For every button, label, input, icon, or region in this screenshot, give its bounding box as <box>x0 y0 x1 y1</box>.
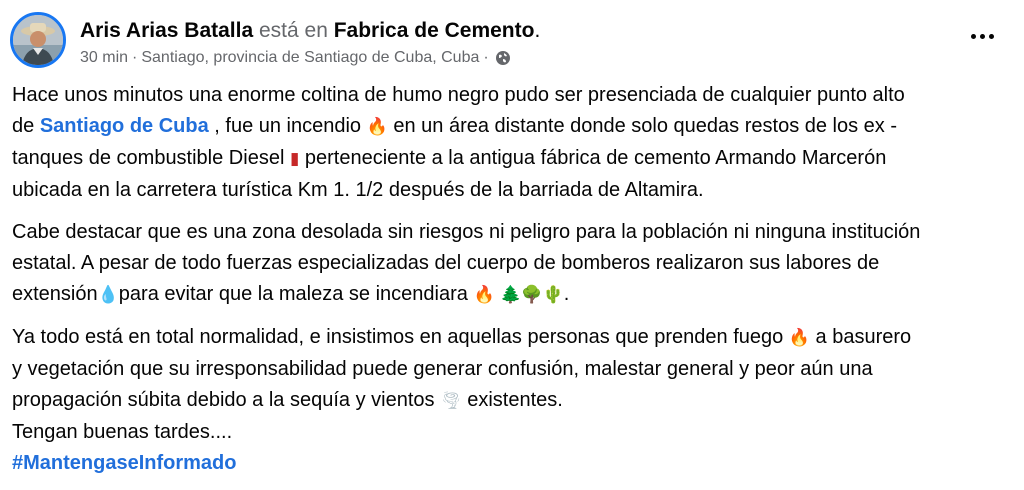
post-body: Hace unos minutos una enorme coltina de … <box>12 80 1012 490</box>
tornado-emoji-icon: 🌪 <box>440 391 462 411</box>
post-header: Aris Arias Batalla está en Fabrica de Ce… <box>10 8 1014 68</box>
fire-emoji-icon: 🔥 <box>366 117 388 137</box>
text: tanques de combustible Diesel <box>12 147 290 169</box>
tree-emoji-icon: 🌳 <box>521 285 543 305</box>
author-name[interactable]: Aris Arias Batalla <box>80 19 253 42</box>
facebook-post: Aris Arias Batalla está en Fabrica de Ce… <box>0 0 1024 474</box>
text: de <box>12 115 40 137</box>
post-time[interactable]: 30 min <box>80 48 128 68</box>
text-line: de Santiago de Cuba , fue un incendio 🔥 … <box>12 111 1012 143</box>
at-location-text: está en <box>258 19 328 42</box>
santiago-de-cuba-link[interactable]: Santiago de Cuba <box>40 115 209 137</box>
post-meta: 30 min · Santiago, provincia de Santiago… <box>80 48 511 68</box>
post-location[interactable]: Santiago, provincia de Santiago de Cuba,… <box>141 48 479 68</box>
globe-icon <box>495 51 510 65</box>
text: a basurero <box>809 326 912 348</box>
text: , fue un incendio <box>208 115 367 137</box>
text-line: Hace unos minutos una enorme coltina de … <box>12 84 905 106</box>
fuel-can-emoji-icon: ▮ <box>289 149 300 169</box>
text-line: #MantengaseInformado <box>12 448 1012 479</box>
text: perteneciente a la antigua fábrica de ce… <box>299 147 887 169</box>
more-options-icon[interactable] <box>964 22 1000 50</box>
post-title-line: Aris Arias Batalla está en Fabrica de Ce… <box>80 18 540 44</box>
fire-emoji-icon: 🔥 <box>473 285 495 305</box>
text: en un área distante donde solo quedas re… <box>387 115 898 137</box>
paragraph-2: Cabe destacar que es una zona desolada s… <box>12 217 1012 311</box>
text-line: propagación súbita debido a la sequía y … <box>12 385 1012 417</box>
avatar-photo <box>13 15 63 65</box>
evergreen-emoji-icon: 🌲 <box>500 285 522 305</box>
paragraph-1: Hace unos minutos una enorme coltina de … <box>12 80 1012 206</box>
paragraph-3: Ya todo está en total normalidad, e insi… <box>12 322 1012 479</box>
place-suffix: . <box>534 19 541 42</box>
text-line: estatal. A pesar de todo fuerzas especia… <box>12 252 880 274</box>
more-dot <box>988 33 994 39</box>
hashtag-link[interactable]: #MantengaseInformado <box>12 452 236 474</box>
meta-separator: · <box>132 49 138 66</box>
avatar[interactable] <box>10 12 66 68</box>
text: existentes. <box>461 389 563 411</box>
meta-separator-2: · <box>483 49 489 66</box>
more-dot <box>970 33 976 39</box>
text: extensión <box>12 283 98 305</box>
text-line: extensión💧para evitar que la maleza se i… <box>12 279 1012 311</box>
text-line: ubicada en la carretera turística Km 1. … <box>12 179 704 201</box>
cactus-emoji-icon: 🌵 <box>542 285 564 305</box>
text-line: Tengan buenas tardes.... <box>12 421 233 443</box>
place-link[interactable]: Fabrica de Cemento <box>334 19 535 42</box>
text: propagación súbita debido a la sequía y … <box>12 389 441 411</box>
more-dot <box>979 33 985 39</box>
text-line: Cabe destacar que es una zona desolada s… <box>12 221 921 243</box>
text-line: Ya todo está en total normalidad, e insi… <box>12 322 1012 354</box>
text-line: y vegetación que su irresponsabilidad pu… <box>12 358 873 380</box>
text-line: tanques de combustible Diesel ▮ pertenec… <box>12 143 1012 175</box>
text: Ya todo está en total normalidad, e insi… <box>12 326 789 348</box>
droplet-emoji-icon: 💧 <box>97 285 119 305</box>
fire-emoji-icon: 🔥 <box>788 328 810 348</box>
text: . <box>563 283 570 305</box>
text: para evitar que la maleza se incendiara <box>118 283 474 305</box>
